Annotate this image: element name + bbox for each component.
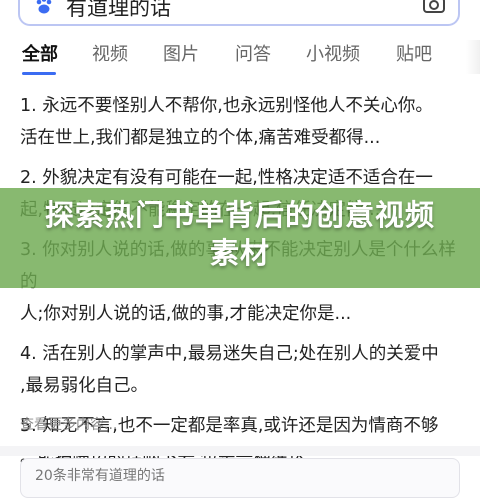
banner-line-1: 探索热门书单背后的创意视频 xyxy=(44,198,435,232)
tab-all[interactable]: 全部 xyxy=(22,40,58,66)
related-result-title: 20条非常有道理的话 xyxy=(35,468,165,484)
tab-short-video[interactable]: 小视频 xyxy=(306,40,360,66)
tab-video[interactable]: 视频 xyxy=(92,40,128,66)
banner-line-2: 素材 xyxy=(209,236,270,270)
tab-images[interactable]: 图片 xyxy=(163,40,199,66)
list-item[interactable]: 4. 活在别人的掌声中,最易迷失自己;处在别人的关爱中 ,最易弱化自己。 xyxy=(20,338,460,402)
tab-qa[interactable]: 问答 xyxy=(235,40,271,66)
baidu-paw-icon xyxy=(36,0,52,14)
camera-icon[interactable] xyxy=(422,0,446,14)
active-tab-indicator xyxy=(22,72,56,75)
section-divider xyxy=(0,446,480,456)
tab-scroll-fade xyxy=(466,40,480,74)
overlay-banner-text: 探索热门书单背后的创意视频 素材 xyxy=(0,196,480,272)
search-bar[interactable]: 有道理的话 xyxy=(18,0,460,26)
search-input[interactable]: 有道理的话 xyxy=(66,0,171,22)
view-more-link[interactable]: 查看更多内容... xyxy=(20,414,117,434)
tab-tieba[interactable]: 贴吧 xyxy=(396,40,432,66)
list-item[interactable]: 1. 永远不要怪别人不帮你,也永远别怪他人不关心你。 活在世上,我们都是独立的个… xyxy=(20,90,460,154)
search-tabs: 全部 视频 图片 问答 小视频 贴吧 xyxy=(0,38,480,75)
related-result-card[interactable]: 20条非常有道理的话 xyxy=(20,458,460,498)
